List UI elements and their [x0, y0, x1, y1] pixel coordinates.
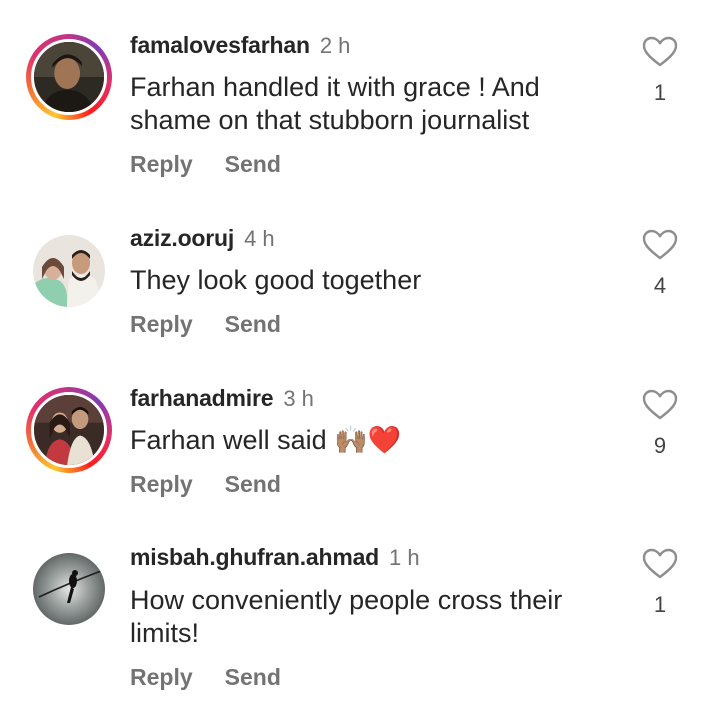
- heart-outline-icon[interactable]: [642, 36, 678, 68]
- comment-username[interactable]: misbah.ghufran.ahmad: [130, 544, 379, 571]
- comment-text: They look good together: [130, 265, 422, 295]
- heart-outline-icon[interactable]: [642, 389, 678, 421]
- send-button[interactable]: Send: [225, 664, 281, 691]
- reply-button[interactable]: Reply: [130, 471, 193, 498]
- like-count: 9: [653, 433, 667, 458]
- reply-button[interactable]: Reply: [130, 151, 193, 178]
- comment-time: 2 h: [319, 33, 351, 58]
- send-button[interactable]: Send: [225, 471, 281, 498]
- heart-outline-icon[interactable]: [642, 548, 678, 580]
- send-button[interactable]: Send: [225, 311, 281, 338]
- heart-outline-icon[interactable]: [642, 229, 678, 261]
- comment-time: 4 h: [244, 226, 275, 251]
- avatar-story-ring[interactable]: [26, 387, 112, 473]
- avatar: [31, 39, 107, 115]
- comment-time: 3 h: [283, 386, 314, 411]
- avatar-container[interactable]: [26, 228, 112, 314]
- like-count: 1: [653, 592, 667, 617]
- comment-username[interactable]: famalovesfarhan: [130, 32, 310, 59]
- send-button[interactable]: Send: [225, 151, 281, 178]
- comment-text: Farhan handled it with grace ! And shame…: [130, 72, 540, 135]
- like-count: 4: [653, 273, 667, 298]
- reply-button[interactable]: Reply: [130, 311, 193, 338]
- avatar: [31, 392, 107, 468]
- avatar: [33, 235, 105, 307]
- reply-button[interactable]: Reply: [130, 664, 193, 691]
- avatar-container[interactable]: [26, 546, 112, 632]
- like-count: 1: [653, 80, 667, 105]
- avatar: [33, 553, 105, 625]
- comment-username[interactable]: farhanadmire: [130, 385, 274, 412]
- comment-time: 1 h: [389, 545, 420, 570]
- comment-text: Farhan well said 🙌🏽❤️: [130, 425, 402, 455]
- avatar-story-ring[interactable]: [26, 34, 112, 120]
- comment-text: How conveniently people cross their limi…: [130, 585, 563, 648]
- comment-username[interactable]: aziz.ooruj: [130, 225, 234, 252]
